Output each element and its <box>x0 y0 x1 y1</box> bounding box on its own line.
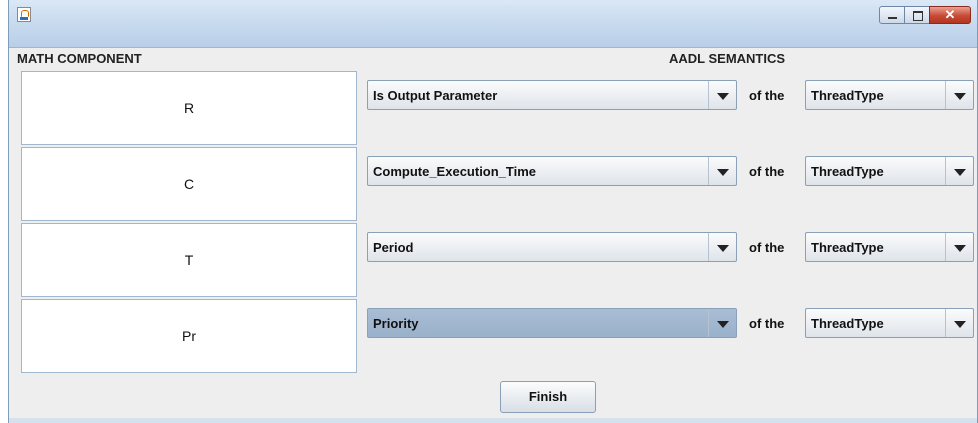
chevron-down-icon[interactable] <box>945 233 973 261</box>
math-component-label: Pr <box>182 328 196 344</box>
app-window: ✕ MATH COMPONENT AADL SEMANTICS R Is Out… <box>8 0 978 423</box>
type-dropdown-pr[interactable]: ThreadType <box>805 308 974 338</box>
math-component-cell-r: R <box>21 71 357 145</box>
semantic-dropdown-r[interactable]: Is Output Parameter <box>367 80 737 110</box>
chevron-down-icon[interactable] <box>708 81 736 109</box>
math-component-label: C <box>183 176 195 192</box>
type-dropdown-value: ThreadType <box>811 164 884 179</box>
semantic-dropdown-value: Is Output Parameter <box>373 88 498 103</box>
type-dropdown-r[interactable]: ThreadType <box>805 80 974 110</box>
aadl-semantics-header: AADL SEMANTICS <box>669 51 786 66</box>
window-controls: ✕ <box>879 6 971 24</box>
chevron-down-icon[interactable] <box>708 309 736 337</box>
type-dropdown-value: ThreadType <box>811 240 884 255</box>
semantic-dropdown-t[interactable]: Period <box>367 232 737 262</box>
java-cup-icon <box>17 7 31 22</box>
maximize-button[interactable] <box>904 6 930 24</box>
semantic-dropdown-pr[interactable]: Priority <box>367 308 737 338</box>
semantic-dropdown-value: Period <box>373 240 414 255</box>
close-button[interactable]: ✕ <box>929 6 971 24</box>
chevron-down-icon[interactable] <box>708 233 736 261</box>
math-component-cell-pr: Pr <box>21 299 357 373</box>
chevron-down-icon[interactable] <box>945 157 973 185</box>
type-dropdown-value: ThreadType <box>811 88 884 103</box>
semantic-dropdown-c[interactable]: Compute_Execution_Time <box>367 156 737 186</box>
finish-button[interactable]: Finish <box>500 381 596 413</box>
of-the-label: of the <box>749 164 785 179</box>
math-component-header: MATH COMPONENT <box>17 51 142 66</box>
type-dropdown-value: ThreadType <box>811 316 884 331</box>
title-bar[interactable]: ✕ <box>9 0 977 48</box>
math-component-cell-c: C <box>21 147 357 221</box>
of-the-label: of the <box>749 316 785 331</box>
of-the-label: of the <box>749 240 785 255</box>
type-dropdown-c[interactable]: ThreadType <box>805 156 974 186</box>
math-component-label: T <box>184 252 194 268</box>
math-component-cell-t: T <box>21 223 357 297</box>
minimize-button[interactable] <box>879 6 905 24</box>
chevron-down-icon[interactable] <box>945 309 973 337</box>
math-component-label: R <box>183 100 195 116</box>
type-dropdown-t[interactable]: ThreadType <box>805 232 974 262</box>
window-bottom-border <box>9 418 977 423</box>
semantic-dropdown-value: Priority <box>373 316 419 331</box>
semantic-dropdown-value: Compute_Execution_Time <box>373 164 537 179</box>
of-the-label: of the <box>749 88 785 103</box>
chevron-down-icon[interactable] <box>945 81 973 109</box>
chevron-down-icon[interactable] <box>708 157 736 185</box>
